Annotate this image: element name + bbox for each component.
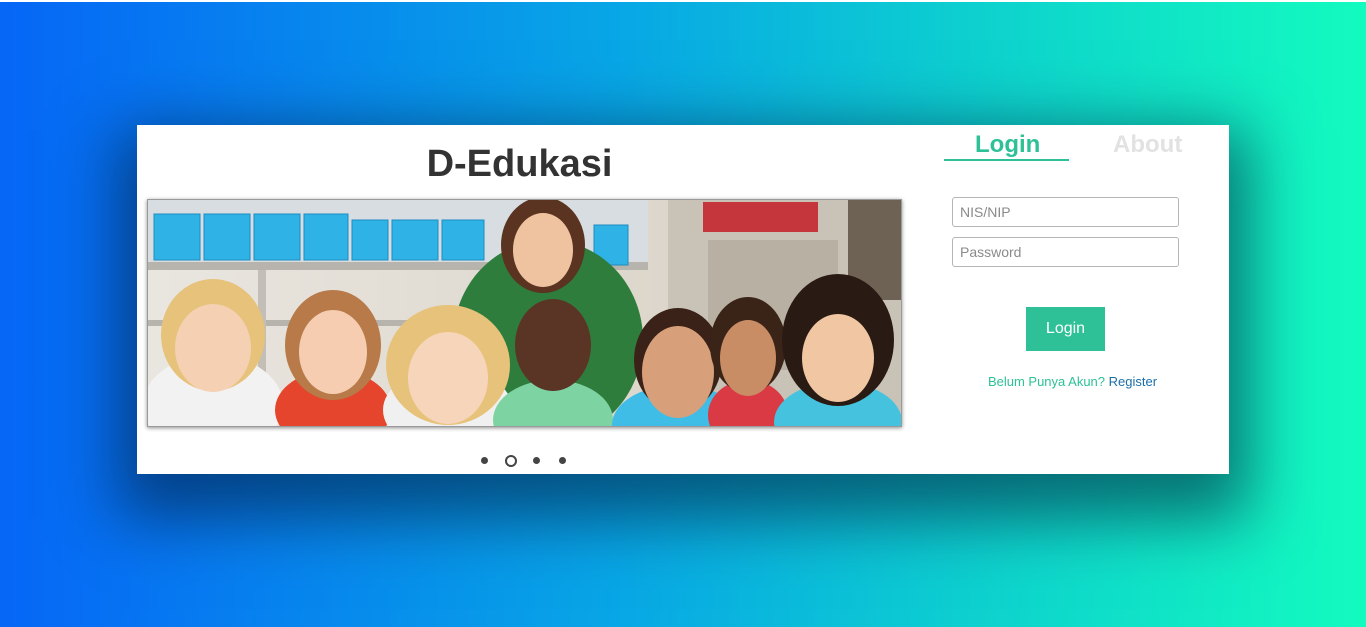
slide-image-children-classroom <box>148 200 901 426</box>
register-question: Belum Punya Akun? <box>987 374 1106 389</box>
nis-nip-input[interactable] <box>952 197 1179 227</box>
slider-dot-2[interactable] <box>505 455 517 467</box>
site-title: D-Edukasi <box>426 143 613 185</box>
active-tab-underline <box>944 159 1069 161</box>
slider-dot-4[interactable] <box>559 457 566 464</box>
tab-login[interactable]: Login <box>975 131 1040 159</box>
login-button[interactable]: Login <box>1026 307 1105 351</box>
login-card: D-Edukasi Login About NIS/NIP Login Belu… <box>137 125 1229 474</box>
register-prompt: Belum Punya Akun? Register <box>950 374 1195 389</box>
slider-dots <box>477 454 577 468</box>
register-link[interactable]: Register <box>1109 374 1157 389</box>
tab-about[interactable]: About <box>1113 131 1182 159</box>
slider-dot-1[interactable] <box>481 457 488 464</box>
password-input[interactable] <box>952 237 1179 267</box>
image-slider <box>147 199 902 427</box>
slider-dot-3[interactable] <box>533 457 540 464</box>
top-border-strip <box>0 0 1366 2</box>
